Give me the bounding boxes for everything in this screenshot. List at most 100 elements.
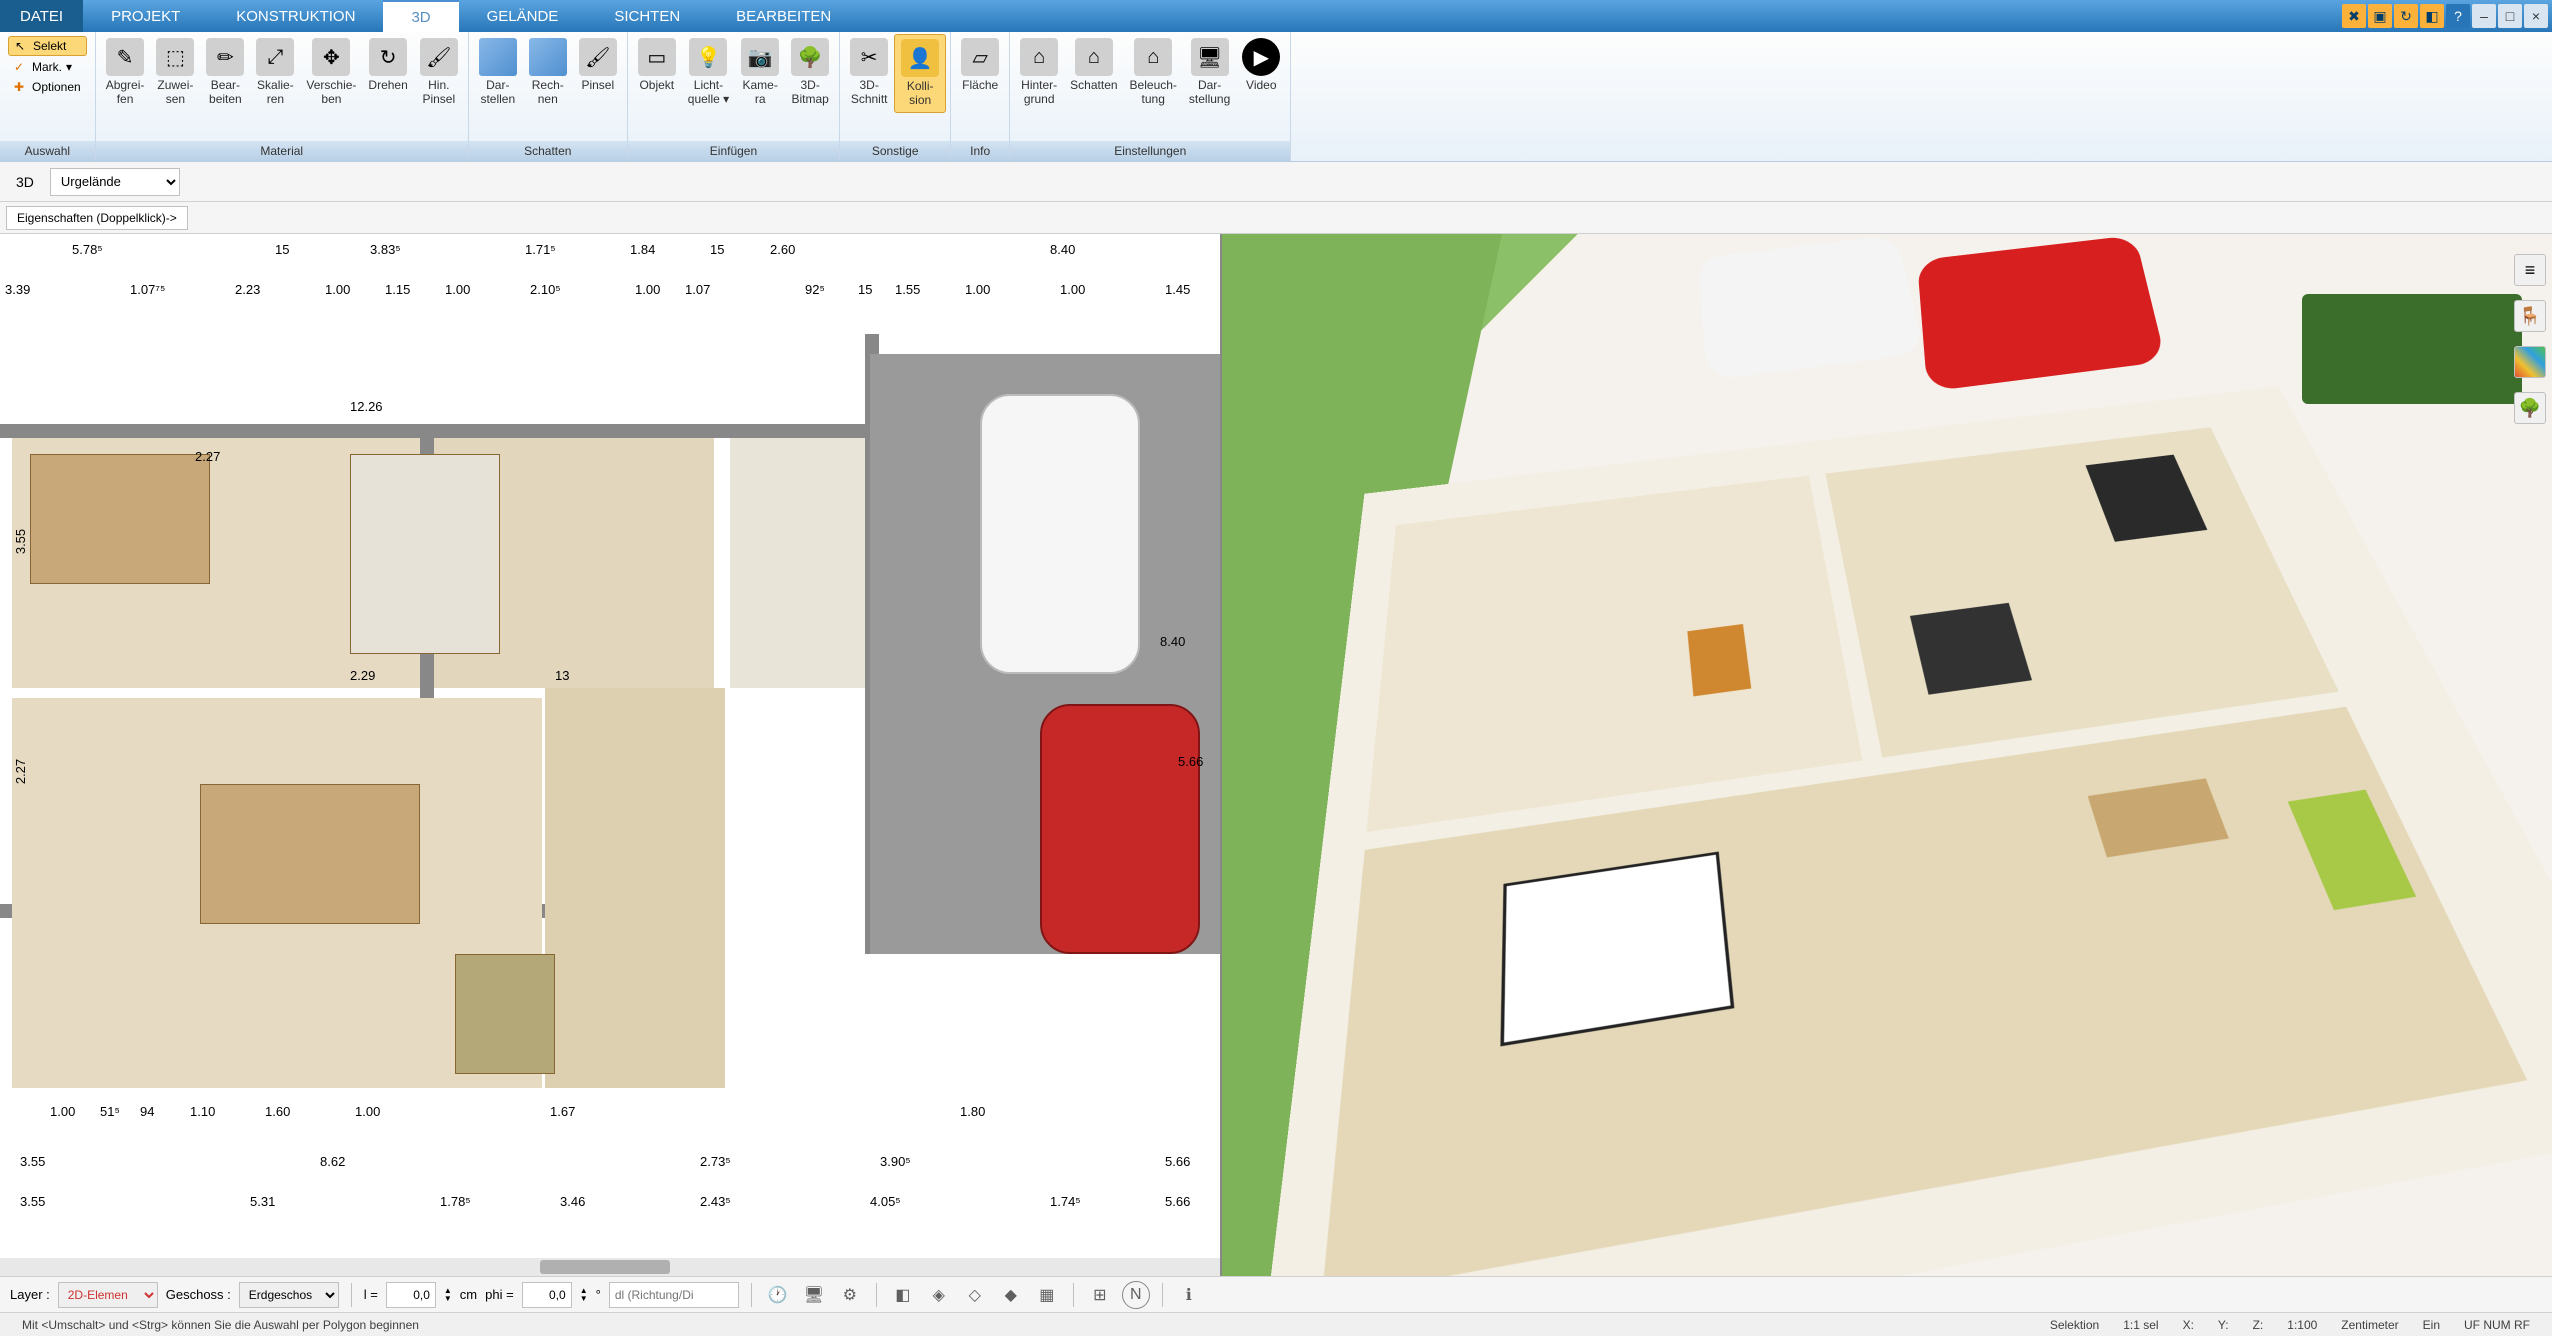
tree-icon[interactable]: 🌳 bbox=[2514, 392, 2546, 424]
hintergrund-button[interactable]: ⌂Hinter- grund bbox=[1014, 34, 1064, 111]
status-ein: Ein bbox=[2411, 1318, 2452, 1332]
properties-bar: Eigenschaften (Doppelklick)-> bbox=[0, 202, 2552, 234]
bottom-toolbar: Layer : 2D-Elemen Geschoss : Erdgeschos … bbox=[0, 1276, 2552, 1312]
bitmap3d-button[interactable]: 🌳3D- Bitmap bbox=[785, 34, 835, 111]
main-split-view: 5.78⁵ 15 3.83⁵ 1.71⁵ 1.84 15 2.60 8.40 3… bbox=[0, 234, 2552, 1276]
skalieren-button[interactable]: ⤢Skalie- ren bbox=[250, 34, 300, 111]
dim: 3.90⁵ bbox=[880, 1154, 911, 1169]
hinpinsel-button[interactable]: 🖌Hin. Pinsel bbox=[414, 34, 464, 111]
scroll-thumb[interactable] bbox=[540, 1260, 670, 1274]
abgreifen-button[interactable]: ✎Abgrei- fen bbox=[100, 34, 151, 111]
dim: 1.78⁵ bbox=[440, 1194, 471, 1209]
tool-icon-4[interactable]: ◧ bbox=[2420, 4, 2444, 28]
optionen-button[interactable]: Optionen bbox=[8, 78, 87, 96]
layers-icon[interactable]: ≡ bbox=[2514, 254, 2546, 286]
menu-bar: DATEI PROJEKT KONSTRUKTION 3D GELÄNDE SI… bbox=[0, 0, 2552, 32]
dim: 8.62 bbox=[320, 1154, 345, 1169]
dim: 1.00 bbox=[965, 282, 990, 297]
north-icon[interactable]: N bbox=[1122, 1281, 1150, 1309]
darstellung-button[interactable]: 🖥Dar- stellung bbox=[1183, 34, 1236, 111]
menu-projekt[interactable]: PROJEKT bbox=[83, 0, 208, 32]
menu-bearbeiten[interactable]: BEARBEITEN bbox=[708, 0, 859, 32]
bearbeiten-button[interactable]: ✏Bear- beiten bbox=[200, 34, 250, 111]
snap-icon-5[interactable]: ▦ bbox=[1033, 1281, 1061, 1309]
phi-input[interactable] bbox=[522, 1282, 572, 1308]
gear-icon[interactable]: ⚙ bbox=[836, 1281, 864, 1309]
schatten2-button[interactable]: ⌂Schatten bbox=[1064, 34, 1123, 96]
room-kitchen bbox=[545, 688, 725, 1088]
selekt-button[interactable]: Selekt bbox=[8, 36, 87, 56]
menu-gelaende[interactable]: GELÄNDE bbox=[459, 0, 587, 32]
phi-unit: ° bbox=[596, 1287, 601, 1302]
flaeche-button[interactable]: ▱Fläche bbox=[955, 34, 1005, 96]
maximize-icon[interactable]: □ bbox=[2498, 4, 2522, 28]
terrain-select[interactable]: Urgelände bbox=[50, 168, 180, 196]
lichtquelle-button[interactable]: 💡Licht- quelle ▾ bbox=[682, 34, 735, 111]
tool-icon-3[interactable]: ↻ bbox=[2394, 4, 2418, 28]
tool-icon-2[interactable]: ▣ bbox=[2368, 4, 2392, 28]
sub-toolbar: 3D Urgelände bbox=[0, 162, 2552, 202]
dim: 5.31 bbox=[250, 1194, 275, 1209]
layer-select[interactable]: 2D-Elemen bbox=[58, 1282, 158, 1308]
building-3d bbox=[1256, 387, 2552, 1276]
geschoss-label: Geschoss : bbox=[166, 1287, 231, 1302]
verschieben-button[interactable]: ✥Verschie- ben bbox=[300, 34, 362, 111]
dim: 1.00 bbox=[445, 282, 470, 297]
dl-input[interactable] bbox=[609, 1282, 739, 1308]
help-icon[interactable]: ? bbox=[2446, 4, 2470, 28]
scrollbar-horizontal[interactable] bbox=[0, 1258, 1220, 1276]
snap-icon-3[interactable]: ◇ bbox=[961, 1281, 989, 1309]
ribbon-group-einfuegen: ▭Objekt 💡Licht- quelle ▾ 📷Kame- ra 🌳3D- … bbox=[628, 32, 840, 161]
kollision-button[interactable]: 👤Kolli- sion bbox=[894, 34, 946, 113]
pinsel-button[interactable]: 🖌Pinsel bbox=[573, 34, 623, 96]
dim: 1.10 bbox=[190, 1104, 215, 1119]
mark-button[interactable]: Mark. ▾ bbox=[8, 58, 87, 76]
ribbon-group-info: ▱Fläche Info bbox=[951, 32, 1010, 161]
dim: 3.83⁵ bbox=[370, 242, 401, 257]
monitor-icon[interactable]: 🖥 bbox=[800, 1281, 828, 1309]
darstellen-button[interactable]: Dar- stellen bbox=[473, 34, 523, 111]
dim: 1.55 bbox=[895, 282, 920, 297]
rechnen-button[interactable]: Rech- nen bbox=[523, 34, 573, 111]
view-3d[interactable]: ≡ 🪑 🌳 bbox=[1222, 234, 2552, 1276]
dim: 2.43⁵ bbox=[700, 1194, 731, 1209]
objekt-button[interactable]: ▭Objekt bbox=[632, 34, 682, 96]
properties-tab[interactable]: Eigenschaften (Doppelklick)-> bbox=[6, 206, 188, 230]
view-2d-floorplan[interactable]: 5.78⁵ 15 3.83⁵ 1.71⁵ 1.84 15 2.60 8.40 3… bbox=[0, 234, 1222, 1276]
chair-icon[interactable]: 🪑 bbox=[2514, 300, 2546, 332]
mode-label: 3D bbox=[6, 174, 44, 190]
beleuchtung-button[interactable]: ⌂Beleuch- tung bbox=[1124, 34, 1183, 111]
dim: 2.27 bbox=[13, 759, 28, 784]
menu-sichten[interactable]: SICHTEN bbox=[586, 0, 708, 32]
geschoss-select[interactable]: Erdgeschos bbox=[239, 1282, 339, 1308]
phi-label: phi = bbox=[485, 1287, 514, 1302]
zuweisen-button[interactable]: ⬚Zuwei- sen bbox=[150, 34, 200, 111]
grid-icon[interactable]: ⊞ bbox=[1086, 1281, 1114, 1309]
group-label-schatten: Schatten bbox=[469, 141, 627, 161]
drehen-button[interactable]: ↻Drehen bbox=[362, 34, 413, 96]
menu-konstruktion[interactable]: KONSTRUKTION bbox=[208, 0, 383, 32]
clock-icon[interactable]: 🕐 bbox=[764, 1281, 792, 1309]
kamera-button[interactable]: 📷Kame- ra bbox=[735, 34, 785, 111]
menu-3d[interactable]: 3D bbox=[383, 0, 458, 32]
video-button[interactable]: Video bbox=[1236, 34, 1286, 96]
dim: 1.07 bbox=[685, 282, 710, 297]
close-icon[interactable]: × bbox=[2524, 4, 2548, 28]
menu-datei[interactable]: DATEI bbox=[0, 0, 83, 32]
dim: 1.00 bbox=[1060, 282, 1085, 297]
car-red-3d bbox=[1917, 235, 2166, 392]
info-icon[interactable]: ℹ bbox=[1175, 1281, 1203, 1309]
tool-icon-1[interactable]: ✖ bbox=[2342, 4, 2366, 28]
status-z: Z: bbox=[2241, 1318, 2276, 1332]
snap-icon-2[interactable]: ◈ bbox=[925, 1281, 953, 1309]
status-x: X: bbox=[2171, 1318, 2206, 1332]
schnitt3d-button[interactable]: ✂3D- Schnitt bbox=[844, 34, 894, 111]
snap-icon-4[interactable]: ◆ bbox=[997, 1281, 1025, 1309]
dim: 3.39 bbox=[5, 282, 30, 297]
minimize-icon[interactable]: – bbox=[2472, 4, 2496, 28]
palette-icon[interactable] bbox=[2514, 346, 2546, 378]
ribbon-group-einstellungen: ⌂Hinter- grund ⌂Schatten ⌂Beleuch- tung … bbox=[1010, 32, 1291, 161]
l-input[interactable] bbox=[386, 1282, 436, 1308]
dim: 51⁵ bbox=[100, 1104, 120, 1119]
snap-icon-1[interactable]: ◧ bbox=[889, 1281, 917, 1309]
